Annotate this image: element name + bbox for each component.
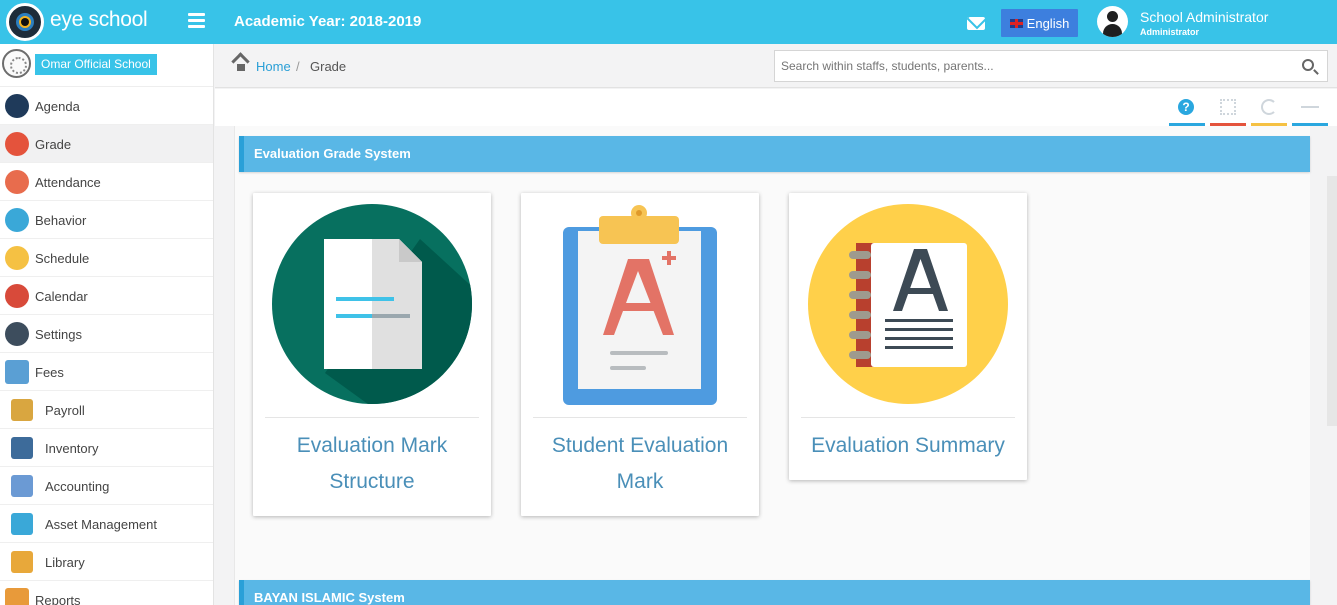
card-student-evaluation-mark[interactable]: Student Evaluation Mark <box>521 193 759 516</box>
menu-toggle-icon[interactable] <box>188 13 205 29</box>
language-button[interactable]: English <box>1001 9 1078 37</box>
school-header: Omar Official School <box>0 44 213 87</box>
mail-icon[interactable] <box>967 17 985 30</box>
sidebar-item-grade[interactable]: Grade <box>0 125 213 163</box>
sidebar-item-library[interactable]: Library <box>0 543 213 581</box>
sidebar-item-label: Agenda <box>35 99 80 114</box>
breadcrumb-home-link[interactable]: Home <box>256 59 291 74</box>
document-icon <box>265 193 479 418</box>
fullscreen-icon[interactable] <box>1220 99 1236 115</box>
refresh-icon[interactable] <box>1261 99 1277 115</box>
sidebar-item-label: Attendance <box>35 175 101 190</box>
sidebar-item-label: Schedule <box>35 251 90 266</box>
sidebar-item-attendance[interactable]: Attendance <box>0 163 213 201</box>
fees-icon <box>5 360 29 384</box>
library-icon <box>11 551 33 573</box>
resize-icon[interactable] <box>1301 106 1319 108</box>
grade-icon <box>5 132 29 156</box>
payroll-icon <box>11 399 33 421</box>
notebook-icon <box>801 193 1015 418</box>
sidebar-item-agenda[interactable]: Agenda <box>0 87 213 125</box>
sidebar-item-label: Library <box>45 555 85 570</box>
sidebar-item-label: Payroll <box>45 403 85 418</box>
home-icon[interactable] <box>233 60 249 72</box>
search-input[interactable] <box>775 51 1275 81</box>
card-title[interactable]: Student Evaluation Mark <box>521 418 759 516</box>
card-title[interactable]: Evaluation Summary <box>789 418 1027 480</box>
sidebar-item-accounting[interactable]: Accounting <box>0 467 213 505</box>
academic-year: Academic Year: 2018-2019 <box>234 13 422 30</box>
top-bar: eye school Academic Year: 2018-2019 Engl… <box>0 0 1337 44</box>
school-name-badge[interactable]: Omar Official School <box>35 54 157 75</box>
uk-flag-icon <box>1009 18 1023 28</box>
card-evaluation-mark-structure[interactable]: Evaluation Mark Structure <box>253 193 491 516</box>
search-icon[interactable] <box>1302 59 1314 71</box>
sidebar-item-payroll[interactable]: Payroll <box>0 391 213 429</box>
breadcrumb-current: Grade <box>310 59 347 74</box>
sidebar-item-label: Settings <box>35 327 82 342</box>
sidebar-item-label: Behavior <box>35 213 87 228</box>
behavior-icon <box>5 208 29 232</box>
sidebar-item-label: Reports <box>35 593 81 605</box>
sidebar-item-label: Calendar <box>35 289 88 304</box>
card-title[interactable]: Evaluation Mark Structure <box>253 418 491 516</box>
calendar-icon <box>5 284 29 308</box>
brand-name[interactable]: eye school <box>50 8 148 32</box>
panel-toolbar: ? <box>215 89 1337 126</box>
section-header-evaluation: Evaluation Grade System <box>239 136 1310 172</box>
sidebar: Omar Official School Agenda Grade Attendan… <box>0 44 214 605</box>
sidebar-item-label: Accounting <box>45 479 110 494</box>
eye-logo-icon[interactable] <box>6 3 44 41</box>
sidebar-item-label: Inventory <box>45 441 99 456</box>
section-header-bayan: BAYAN ISLAMIC System <box>239 580 1310 605</box>
sidebar-item-label: Fees <box>35 365 64 380</box>
user-name[interactable]: School Administrator <box>1140 9 1268 25</box>
agenda-icon <box>5 94 29 118</box>
sidebar-item-behavior[interactable]: Behavior <box>0 201 213 239</box>
sidebar-item-label: Grade <box>35 137 72 152</box>
school-seal-icon <box>2 49 31 78</box>
breadcrumb: Home / Grade <box>215 44 1337 88</box>
sidebar-item-label: Asset Management <box>45 517 158 532</box>
clipboard-grade-icon <box>533 193 747 418</box>
search-box <box>774 50 1328 82</box>
user-role: Administrator <box>1140 27 1200 37</box>
sidebar-item-reports[interactable]: Reports <box>0 581 213 605</box>
sidebar-item-inventory[interactable]: Inventory <box>0 429 213 467</box>
settings-icon <box>5 322 29 346</box>
reports-icon <box>5 588 29 605</box>
inventory-icon <box>11 437 33 459</box>
user-avatar[interactable] <box>1097 6 1128 37</box>
sidebar-item-calendar[interactable]: Calendar <box>0 277 213 315</box>
scrollbar[interactable] <box>1327 176 1337 426</box>
attendance-icon <box>5 170 29 194</box>
sidebar-item-fees[interactable]: Fees <box>0 353 213 391</box>
card-evaluation-summary[interactable]: Evaluation Summary <box>789 193 1027 480</box>
accounting-icon <box>11 475 33 497</box>
sidebar-item-asset-management[interactable]: Asset Management <box>0 505 213 543</box>
help-icon[interactable]: ? <box>1178 99 1194 115</box>
asset-management-icon <box>11 513 33 535</box>
schedule-icon <box>5 246 29 270</box>
sidebar-item-schedule[interactable]: Schedule <box>0 239 213 277</box>
breadcrumb-separator: / <box>296 59 300 74</box>
sidebar-item-settings[interactable]: Settings <box>0 315 213 353</box>
language-label: English <box>1026 15 1070 31</box>
